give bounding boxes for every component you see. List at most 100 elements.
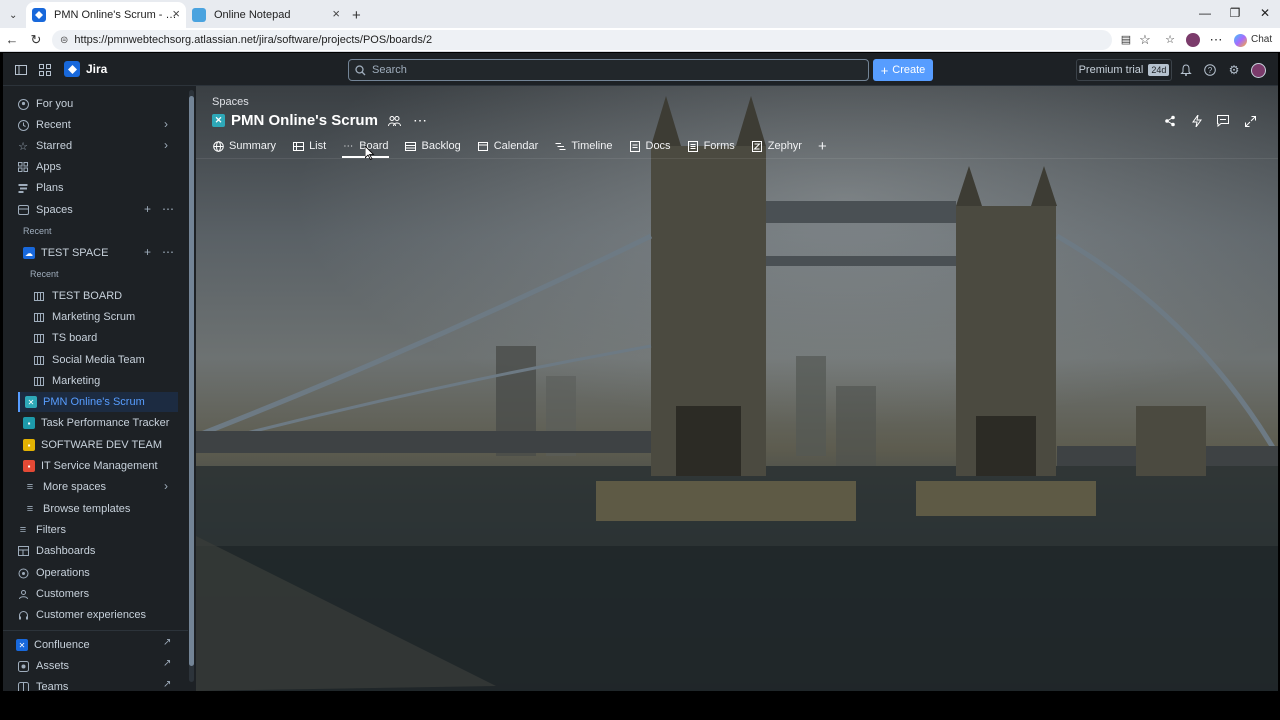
external-link-icon[interactable]: ↗ [163, 658, 171, 669]
sidebar-toggle-icon[interactable] [13, 62, 29, 78]
url-field[interactable]: ⊜ https://pmnwebtechsorg.atlassian.net/j… [52, 30, 1112, 50]
sidebar-item-apps[interactable]: Apps [16, 157, 196, 177]
more-options-icon[interactable]: ⋯ [162, 202, 174, 216]
copilot-chat-button[interactable]: Chat [1234, 32, 1274, 48]
sidebar-item-more-spaces[interactable]: ≡ More spaces [23, 477, 196, 497]
sidebar-item-customers[interactable]: Customers [16, 584, 196, 604]
sidebar-item-recent[interactable]: Recent [16, 115, 196, 135]
feedback-icon[interactable] [1214, 112, 1232, 130]
sidebar-board-item[interactable]: TS board [32, 328, 196, 348]
chat-label: Chat [1251, 34, 1273, 45]
sidebar-item-customer-experiences[interactable]: Customer experiences [16, 605, 196, 625]
sidebar-item-label: Customer experiences [36, 609, 147, 621]
tab-title: PMN Online's Scrum - Backlog - J [54, 9, 178, 21]
tab-zephyr[interactable]: Zephyr [751, 137, 802, 155]
external-link-icon[interactable]: ↗ [163, 679, 171, 690]
jira-logo[interactable]: Jira [64, 61, 107, 77]
restore-icon[interactable]: ❐ [1228, 6, 1242, 20]
sidebar-item-task-performance-tracker[interactable]: ▪ Task Performance Tracker [23, 413, 196, 433]
bookmark-star-icon[interactable]: ☆ [1137, 32, 1153, 48]
tab-summary[interactable]: Summary [212, 137, 276, 155]
browser-tab-jira[interactable]: PMN Online's Scrum - Backlog - J × [26, 2, 186, 28]
cloud-space-icon: ☁ [23, 247, 35, 259]
spaces-icon [16, 203, 30, 217]
external-link-icon[interactable]: ↗ [163, 637, 171, 648]
sidebar-item-for-you[interactable]: For you [16, 94, 196, 114]
more-options-icon[interactable]: ⋯ [162, 245, 174, 259]
sidebar-item-operations[interactable]: Operations [16, 563, 196, 583]
sidebar-item-label: TEST SPACE [41, 247, 109, 259]
add-plus-icon[interactable]: + [144, 245, 151, 259]
sidebar-item-browse-templates[interactable]: ≡ Browse templates [23, 499, 196, 519]
sidebar-item-label: Apps [36, 161, 62, 173]
sidebar-board-item[interactable]: Marketing [32, 371, 196, 391]
user-avatar[interactable] [1250, 62, 1266, 78]
sidebar-item-plans[interactable]: Plans [16, 178, 196, 198]
sidebar-item-it-service-management[interactable]: ▪ IT Service Management [23, 456, 196, 476]
fullscreen-icon[interactable] [1241, 112, 1259, 130]
tab-docs[interactable]: Docs [629, 137, 671, 155]
tab-backlog[interactable]: Backlog [405, 137, 461, 155]
sidebar-board-item[interactable]: TEST BOARD [32, 286, 196, 306]
close-icon[interactable]: × [332, 7, 340, 21]
svg-text:?: ? [1208, 66, 1213, 75]
sidebar-item-dashboards[interactable]: Dashboards [16, 541, 196, 561]
tab-list[interactable]: List [292, 137, 326, 155]
reload-icon[interactable]: ↻ [28, 32, 44, 48]
tab-list-button[interactable]: ⌄ [4, 2, 24, 28]
new-tab-button[interactable]: + [352, 2, 368, 28]
tab-calendar[interactable]: Calendar [477, 137, 538, 155]
minimize-icon[interactable]: — [1198, 6, 1212, 20]
team-icon[interactable] [387, 115, 401, 127]
sidebar-scrollbar-thumb[interactable] [189, 96, 194, 666]
close-icon[interactable]: × [172, 7, 180, 21]
premium-label: Premium trial [1078, 64, 1144, 76]
help-icon[interactable]: ? [1202, 62, 1218, 78]
create-button[interactable]: + Create [873, 59, 933, 81]
profile-avatar[interactable] [1185, 32, 1201, 48]
chevron-right-icon[interactable]: › [164, 117, 168, 131]
favorites-icon[interactable]: ☆ [1162, 32, 1178, 48]
chevron-right-icon[interactable]: › [164, 138, 168, 152]
project-icon: ▪ [23, 417, 35, 429]
sidebar-item-filters[interactable]: ≡ Filters [16, 520, 196, 540]
breadcrumb[interactable]: Spaces [212, 96, 249, 108]
board-icon [32, 310, 46, 324]
app-switcher-icon[interactable] [37, 62, 53, 78]
add-tab-plus-icon[interactable]: + [818, 137, 827, 155]
sidebar-item-label: PMN Online's Scrum [43, 396, 145, 408]
sidebar-board-item[interactable]: Social Media Team [32, 350, 196, 370]
browser-menu-icon[interactable]: ⋯ [1208, 32, 1224, 48]
dashboard-icon [16, 544, 30, 558]
automation-lightning-icon[interactable] [1188, 112, 1206, 130]
sidebar-board-item[interactable]: Marketing Scrum [32, 307, 196, 327]
premium-trial-button[interactable]: Premium trial 24d [1076, 59, 1172, 81]
search-input[interactable]: Search [348, 59, 869, 81]
sidebar-item-label: Recent [36, 119, 71, 131]
jira-icon [32, 8, 46, 22]
site-info-icon[interactable]: ⊜ [60, 35, 68, 46]
back-icon[interactable]: ← [4, 32, 20, 48]
address-bar: ← ↻ ⊜ https://pmnwebtechsorg.atlassian.n… [0, 28, 1280, 52]
reader-icon[interactable]: ▤ [1118, 32, 1134, 48]
add-space-plus-icon[interactable]: + [144, 202, 151, 216]
list-icon [292, 140, 304, 152]
notifications-bell-icon[interactable] [1178, 62, 1194, 78]
sidebar-item-label: IT Service Management [41, 460, 158, 472]
recent-boards-label: Recent [30, 269, 59, 279]
globe-icon [212, 140, 224, 152]
sidebar-item-software-dev-team[interactable]: ▪ SOFTWARE DEV TEAM [23, 435, 196, 455]
tab-title: Online Notepad [214, 9, 291, 21]
browser-tab-notepad[interactable]: Online Notepad × [186, 2, 346, 28]
more-options-icon[interactable]: ⋯ [413, 112, 427, 129]
sidebar-item-pmn-online-scrum[interactable]: ✕ PMN Online's Scrum [18, 392, 178, 412]
tab-timeline[interactable]: Timeline [554, 137, 613, 155]
confluence-icon: ✕ [16, 639, 28, 651]
share-icon[interactable] [1161, 112, 1179, 130]
settings-gear-icon[interactable]: ⚙ [1226, 62, 1242, 78]
tab-forms[interactable]: Forms [687, 137, 735, 155]
sidebar-item-starred[interactable]: ☆ Starred [16, 136, 196, 156]
desktop-taskbar [0, 692, 1280, 720]
window-close-icon[interactable]: ✕ [1258, 6, 1272, 20]
chevron-right-icon[interactable]: › [164, 479, 168, 493]
